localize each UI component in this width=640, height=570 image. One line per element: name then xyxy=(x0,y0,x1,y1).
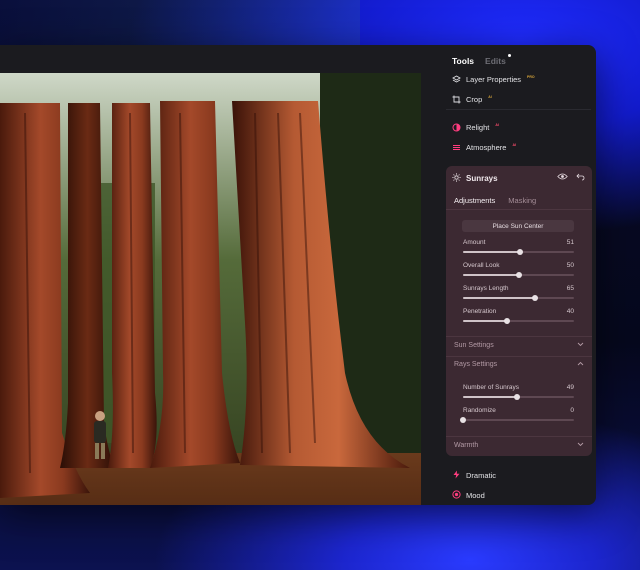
sunrays-title: Sunrays xyxy=(466,174,498,183)
slider-knob[interactable] xyxy=(515,272,522,278)
slider-fill xyxy=(463,320,508,322)
slider-track[interactable] xyxy=(463,419,574,421)
tool-label: Crop xyxy=(466,95,483,104)
slider-label: Penetration xyxy=(463,308,497,315)
section-sun-settings[interactable]: Sun Settings xyxy=(454,342,584,349)
tool-mood[interactable]: Mood xyxy=(452,490,485,501)
place-sun-center-button[interactable]: Place Sun Center xyxy=(462,220,574,232)
slider-randomize[interactable]: Randomize 0 xyxy=(460,407,574,423)
tool-atmosphere[interactable]: Atmosphere AI xyxy=(452,143,516,152)
chevron-down-icon xyxy=(577,342,584,349)
pro-badge: PRO xyxy=(527,74,535,79)
mood-icon xyxy=(452,490,461,501)
sunrays-card: Sunrays Adjustments Masking Place Sun Ce… xyxy=(446,166,592,456)
crop-icon xyxy=(452,95,461,104)
slider-fill xyxy=(463,274,519,276)
tools-panel: Tools Edits Layer Properties PRO Crop AI… xyxy=(446,45,596,505)
slider-knob[interactable] xyxy=(532,295,539,301)
chevron-down-icon xyxy=(577,442,584,449)
tool-label: Relight xyxy=(466,123,490,132)
sunrays-header[interactable]: Sunrays xyxy=(452,173,498,184)
layers-icon xyxy=(452,75,461,84)
ai-badge: AI xyxy=(512,142,516,147)
tool-relight[interactable]: Relight AI xyxy=(452,123,499,132)
divider xyxy=(446,336,592,337)
subtab-adjustments[interactable]: Adjustments xyxy=(454,196,495,205)
slider-number-of-sunrays[interactable]: Number of Sunrays 49 xyxy=(463,384,574,400)
slider-value: 65 xyxy=(566,285,574,292)
ai-badge: AI xyxy=(495,122,499,127)
tool-label: Mood xyxy=(466,491,485,500)
photo-canvas[interactable] xyxy=(0,73,421,505)
slider-knob[interactable] xyxy=(504,318,511,324)
slider-value: 40 xyxy=(566,308,574,315)
section-label: Sun Settings xyxy=(454,342,494,349)
slider-value: 0 xyxy=(570,407,574,414)
chevron-up-icon xyxy=(577,361,584,368)
slider-knob[interactable] xyxy=(460,417,466,423)
tab-edits-label: Edits xyxy=(485,56,506,66)
slider-sunrays-length[interactable]: Sunrays Length 65 xyxy=(463,285,574,301)
panel-tabs: Tools Edits xyxy=(452,54,511,66)
slider-label: Randomize xyxy=(463,407,496,414)
divider xyxy=(446,209,592,210)
slider-amount[interactable]: Amount 51 xyxy=(463,239,574,255)
edits-indicator-dot xyxy=(507,54,511,57)
slider-value: 50 xyxy=(566,262,574,269)
divider xyxy=(446,436,592,437)
eye-icon[interactable] xyxy=(557,172,568,183)
sun-icon xyxy=(452,173,461,184)
relight-icon xyxy=(452,123,461,132)
slider-value: 51 xyxy=(566,239,574,246)
photo-image xyxy=(0,73,421,505)
slider-penetration[interactable]: Penetration 40 xyxy=(463,308,574,324)
tab-tools[interactable]: Tools xyxy=(452,56,474,66)
slider-value: 49 xyxy=(566,384,574,391)
tool-layer-properties[interactable]: Layer Properties PRO xyxy=(452,75,535,84)
slider-fill xyxy=(463,251,520,253)
tool-crop[interactable]: Crop AI xyxy=(452,95,492,104)
section-rays-settings[interactable]: Rays Settings xyxy=(454,361,584,368)
slider-label: Overall Look xyxy=(463,262,500,269)
slider-knob[interactable] xyxy=(516,249,523,255)
section-label: Warmth xyxy=(454,442,479,449)
tool-label: Layer Properties xyxy=(466,75,522,84)
slider-fill xyxy=(463,396,518,398)
ai-badge: AI xyxy=(488,94,492,99)
slider-label: Amount xyxy=(463,239,486,246)
section-warmth[interactable]: Warmth xyxy=(454,442,584,449)
divider xyxy=(446,109,591,110)
tool-dramatic[interactable]: Dramatic xyxy=(452,470,496,481)
tool-label: Dramatic xyxy=(466,471,497,480)
atmosphere-icon xyxy=(452,143,461,152)
undo-icon[interactable] xyxy=(576,172,585,183)
divider xyxy=(446,356,592,357)
lightning-icon xyxy=(452,470,461,481)
tool-label: Atmosphere xyxy=(466,143,507,152)
slider-label: Sunrays Length xyxy=(463,285,509,292)
tab-edits[interactable]: Edits xyxy=(485,54,511,66)
slider-knob[interactable] xyxy=(514,394,521,400)
slider-label: Number of Sunrays xyxy=(463,384,519,391)
slider-overall-look[interactable]: Overall Look 50 xyxy=(463,262,574,278)
sunrays-subtabs: Adjustments Masking xyxy=(454,196,536,205)
subtab-masking[interactable]: Masking xyxy=(508,196,536,205)
editor-window: Tools Edits Layer Properties PRO Crop AI… xyxy=(0,45,596,505)
slider-fill xyxy=(463,297,536,299)
sunrays-actions xyxy=(557,172,585,183)
section-label: Rays Settings xyxy=(454,361,498,368)
